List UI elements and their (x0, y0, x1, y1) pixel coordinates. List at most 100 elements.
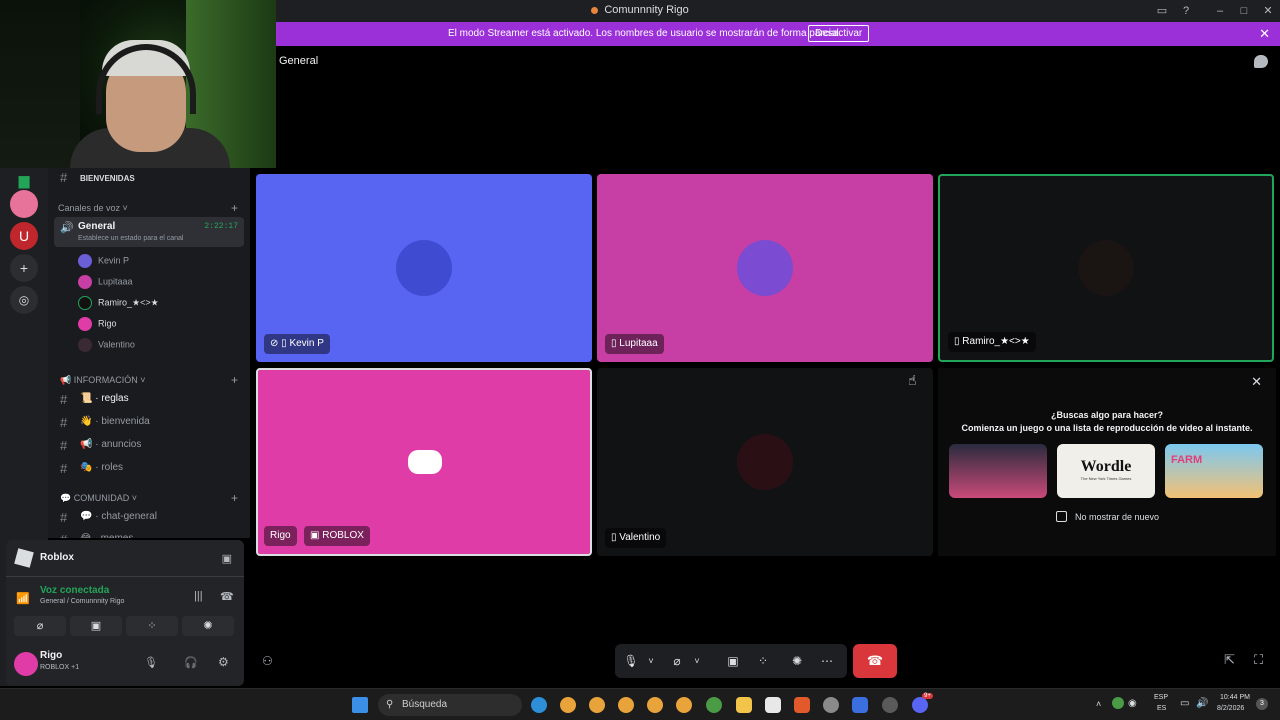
server-icon-pink[interactable] (10, 190, 38, 218)
video-tile-kevin[interactable]: ⊘ ▯ Kevin P (256, 174, 592, 362)
avatar (78, 296, 92, 310)
voice-user[interactable]: Rigo (78, 317, 117, 331)
gear-icon[interactable]: ⚙ (218, 655, 229, 669)
video-tile-lupitaaa[interactable]: ▯ Lupitaaa (597, 174, 933, 362)
discord-badge: 9+ (922, 693, 933, 699)
video-tile-rigo[interactable]: Rigo ▣ ROBLOX (256, 368, 592, 556)
chrome-icon[interactable] (706, 697, 722, 713)
maximize-button[interactable]: □ (1236, 3, 1252, 19)
streamer-mode-banner: El modo Streamer está activado. Los nomb… (276, 22, 1280, 46)
voice-location[interactable]: General / Comunnnity Rigo (40, 598, 124, 605)
tray-icon[interactable]: ◉ (1128, 698, 1137, 709)
activities-button[interactable]: ⁘ (126, 616, 178, 636)
voice-category[interactable]: Canales de voz ˅ (58, 203, 250, 213)
microphone-icon[interactable]: 🎙 (144, 656, 158, 669)
discover-icon[interactable]: ◎ (10, 286, 38, 314)
server-icon-red[interactable]: U (10, 222, 38, 250)
activity-game: Roblox (40, 552, 74, 563)
chrome-icon[interactable] (676, 697, 692, 713)
settings-icon[interactable] (823, 697, 839, 713)
search-icon: ⚲ (386, 699, 394, 710)
discord-icon[interactable] (912, 697, 928, 713)
camera-off-button[interactable]: ⌀ (14, 616, 66, 636)
banner-close-icon[interactable]: ✕ (1259, 26, 1270, 42)
notification-badge[interactable]: 3 (1256, 698, 1268, 710)
help-icon[interactable]: ? (1178, 3, 1194, 19)
network-icon[interactable]: ▭ (1180, 698, 1189, 709)
add-people-icon[interactable]: ⚇ (262, 654, 273, 668)
popout-icon[interactable]: ⇱ (1224, 652, 1235, 668)
signal-icon: 📶 (16, 593, 30, 605)
community-category[interactable]: 💬 COMUNIDAD ˅ (60, 493, 250, 504)
activity-card-wordle[interactable]: Wordle The New York Times Games (1057, 444, 1155, 498)
activity-screen-icon[interactable]: ▣ (222, 552, 232, 565)
more-icon[interactable]: ⋯ (819, 653, 835, 669)
avatar (737, 434, 793, 490)
avatar (78, 338, 92, 352)
activity-card-store[interactable] (949, 444, 1047, 498)
lang-indicator-sub: ES (1157, 705, 1167, 712)
soundboard-button[interactable]: ✺ (182, 616, 234, 636)
disconnect-icon[interactable]: ☎ (220, 590, 234, 603)
chrome-icon[interactable] (560, 697, 576, 713)
deactivate-button[interactable]: Desactivar (808, 25, 870, 42)
avatar[interactable] (14, 652, 38, 676)
activity-card-farm[interactable]: FARM (1165, 444, 1263, 498)
webcam-overlay (0, 0, 276, 168)
minimize-button[interactable]: – (1212, 3, 1228, 19)
chrome-icon[interactable] (589, 697, 605, 713)
add-info-channel-icon[interactable]: + (231, 373, 238, 387)
chat-icon[interactable] (1254, 55, 1268, 68)
chevron-down-icon[interactable]: ˅ (643, 653, 659, 669)
avatar (737, 240, 793, 296)
add-server-icon[interactable]: + (10, 254, 38, 282)
app-icon[interactable] (852, 697, 868, 713)
noise-suppression-icon[interactable]: ||| (194, 590, 203, 602)
channel-status[interactable]: Establece un estado para el canal (78, 235, 183, 242)
activities-icon[interactable]: ⁘ (755, 653, 771, 669)
voice-channel-general[interactable]: 🔊 General 2:22:17 Establece un estado pa… (54, 217, 244, 247)
voice-user[interactable]: Ramiro_★<>★ (78, 296, 159, 310)
chevron-down-icon[interactable]: ˅ (689, 653, 705, 669)
user-status[interactable]: ROBLOX +1 (40, 664, 79, 671)
tray-icon[interactable] (1112, 697, 1124, 709)
fullscreen-icon[interactable]: ⛶ (1254, 652, 1263, 668)
dont-show-checkbox[interactable] (1056, 511, 1067, 522)
share-screen-icon[interactable]: ▣ (725, 653, 741, 669)
lang-indicator[interactable]: ESP (1154, 694, 1168, 701)
video-tile-ramiro[interactable]: ▯ Ramiro_★<>★ (938, 174, 1274, 362)
capcut-icon[interactable] (765, 697, 781, 713)
share-screen-button[interactable]: ▣ (70, 616, 122, 636)
file-explorer-icon[interactable] (736, 697, 752, 713)
add-voice-channel-icon[interactable]: + (231, 201, 238, 215)
tile-name: ▯ Lupitaaa (605, 334, 664, 354)
soundboard-icon[interactable]: ✺ (789, 653, 805, 669)
voice-user[interactable]: Lupitaaa (78, 275, 133, 289)
inbox-icon[interactable]: ▭ (1154, 3, 1170, 19)
microphone-icon[interactable]: 🎙 (623, 653, 639, 669)
close-window-button[interactable]: ✕ (1260, 3, 1276, 19)
obs-icon[interactable] (882, 697, 898, 713)
clock-time[interactable]: 10:44 PM (1220, 694, 1250, 701)
chrome-icon[interactable] (647, 697, 663, 713)
brave-icon[interactable] (794, 697, 810, 713)
volume-icon[interactable]: 🔊 (1196, 698, 1208, 709)
dont-show-label[interactable]: No mostrar de nuevo (1075, 512, 1159, 522)
add-community-channel-icon[interactable]: + (231, 491, 238, 505)
clock-date[interactable]: 8/2/2026 (1217, 705, 1244, 712)
info-category[interactable]: 📢 INFORMACIÓN ˅ (60, 375, 250, 386)
close-icon[interactable]: ✕ (1251, 374, 1262, 390)
user-name[interactable]: Rigo (40, 650, 62, 661)
edge-icon[interactable] (531, 697, 547, 713)
voice-connected-label[interactable]: Voz conectada (40, 585, 109, 596)
chevron-up-icon[interactable]: ˄ (1096, 699, 1101, 709)
voice-user[interactable]: Valentino (78, 338, 135, 352)
windows-start-icon[interactable] (352, 697, 368, 713)
chrome-icon[interactable] (618, 697, 634, 713)
video-tile-valentino[interactable]: ▯ Valentino (597, 368, 933, 556)
voice-user[interactable]: Kevin P (78, 254, 129, 268)
camera-off-icon[interactable]: ⌀ (669, 653, 685, 669)
hang-up-button[interactable]: ☎ (853, 644, 897, 678)
headphones-icon[interactable]: 🎧 (184, 656, 198, 669)
taskbar-search[interactable]: ⚲ Búsqueda (378, 694, 522, 716)
